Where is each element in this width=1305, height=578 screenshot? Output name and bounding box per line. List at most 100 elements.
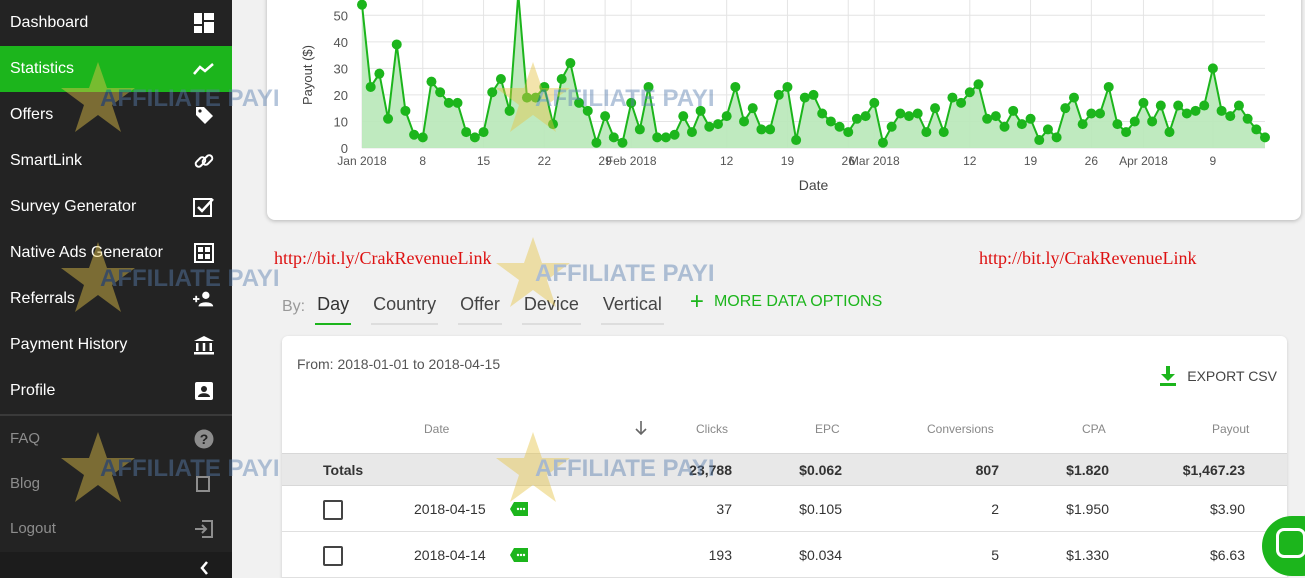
sidebar-item-referrals[interactable]: Referrals [0,276,232,322]
details-tag-icon[interactable] [510,502,528,516]
data-point [461,127,472,138]
tab-country[interactable]: Country [371,290,439,325]
data-point [999,121,1010,132]
data-point [825,116,836,127]
chevron-left-icon[interactable] [197,560,213,576]
data-point [1260,132,1270,143]
sidebar-item-dashboard[interactable]: Dashboard [0,0,232,46]
tab-device[interactable]: Device [521,290,581,325]
sidebar-item-survey-generator[interactable]: Survey Generator [0,184,232,230]
x-tick-label: 12 [963,154,977,168]
data-point [1181,108,1192,119]
dashboard-icon [193,12,215,34]
data-point [1016,119,1027,130]
data-point [739,116,750,127]
data-point [365,81,376,92]
data-point [1121,127,1132,138]
more-data-options-button[interactable]: + MORE DATA OPTIONS [690,290,882,314]
data-point [443,97,454,108]
sidebar-item-label: Statistics [10,60,75,77]
data-point [495,73,506,84]
totals-epc: $0.062 [799,462,842,478]
column-header-payout[interactable]: Payout [1212,422,1249,436]
data-point [1060,103,1071,114]
sidebar-secondary: FAQ ? Blog Logout [0,414,232,551]
data-point [686,127,697,138]
sidebar-item-statistics[interactable]: Statistics [0,46,232,92]
data-point [652,132,663,143]
tab-offer[interactable]: Offer [458,290,502,325]
data-point [487,87,498,98]
sidebar-item-offers[interactable]: Offers [0,92,232,138]
data-point [834,121,845,132]
tab-vertical[interactable]: Vertical [600,290,664,325]
column-header-date[interactable]: Date [424,422,449,436]
data-point [669,129,680,140]
group-by-label: By: [282,298,306,315]
data-point [773,89,784,100]
sidebar-item-smartlink[interactable]: SmartLink [0,138,232,184]
sidebar-item-logout[interactable]: Logout [0,506,232,551]
data-point [452,97,463,108]
data-point [1138,97,1149,108]
y-tick-label: 50 [334,8,348,23]
main-content: 0 10 20 30 40 50 Jan 2018 8 15 22 29 Feb 2018 12 19 26… [232,0,1305,578]
payout-chart: 01020304050Jan 2018 8 15 22 29Feb 2018 12 19 26… [300,0,1270,193]
row-clicks: 193 [708,547,732,563]
row-date: 2018-04-14 [414,547,486,563]
x-tick-label: Mar 2018 [849,154,900,168]
x-tick-label: 15 [477,154,491,168]
y-axis-label: Payout ($) [300,45,315,105]
data-point [973,79,984,90]
data-point [1068,92,1079,103]
data-point [435,87,446,98]
data-point [886,121,897,132]
sidebar-item-blog[interactable]: Blog [0,461,232,506]
date-range: From: 2018-01-01 to 2018-04-15 [297,356,501,372]
promo-link-right[interactable]: http://bit.ly/CrakRevenueLink [979,248,1196,269]
data-point [990,111,1001,122]
blog-icon [193,473,215,495]
column-header-conversions[interactable]: Conversions [927,422,994,436]
x-tick-label: Feb 2018 [606,154,657,168]
data-point [391,39,402,50]
sort-arrow-icon[interactable] [634,420,648,439]
column-header-cpa[interactable]: CPA [1082,422,1106,436]
data-point [574,97,585,108]
totals-payout: $1,467.23 [1182,462,1245,478]
data-point [1103,81,1114,92]
data-point [426,76,437,87]
row-checkbox[interactable] [323,500,343,520]
row-checkbox[interactable] [323,546,343,566]
row-payout: $3.90 [1209,501,1245,517]
bank-icon [193,334,215,356]
details-tag-icon[interactable] [510,548,528,562]
export-csv-button[interactable]: EXPORT CSV [1159,366,1277,386]
promo-link-left[interactable]: http://bit.ly/CrakRevenueLink [274,248,491,269]
x-tick-label: 8 [419,154,426,168]
data-point [695,105,706,116]
data-point [904,111,915,122]
data-point [730,81,741,92]
help-icon: ? [193,428,215,450]
table-row: 2018-04-15 37 $0.105 2 $1.950 $3.90 [282,486,1287,532]
tab-day[interactable]: Day [315,290,352,325]
svg-text:?: ? [200,431,209,447]
column-header-epc[interactable]: EPC [815,422,840,436]
data-point [539,81,550,92]
group-add-icon [193,288,215,310]
data-point [521,92,532,103]
sidebar-item-faq[interactable]: FAQ ? [0,416,232,461]
sidebar-item-native-ads-generator[interactable]: Native Ads Generator [0,230,232,276]
data-point [1034,135,1045,146]
payout-chart-card: 0 10 20 30 40 50 Jan 2018 8 15 22 29 Feb 2018 12 19 26… [267,0,1301,220]
grid-icon [193,242,215,264]
data-point [1051,132,1062,143]
column-header-clicks[interactable]: Clicks [696,422,728,436]
sidebar-item-payment-history[interactable]: Payment History [0,322,232,368]
sidebar-item-profile[interactable]: Profile [0,368,232,414]
id-card-icon [193,380,215,402]
data-point [895,108,906,119]
data-point [548,119,559,130]
data-point [374,68,385,79]
